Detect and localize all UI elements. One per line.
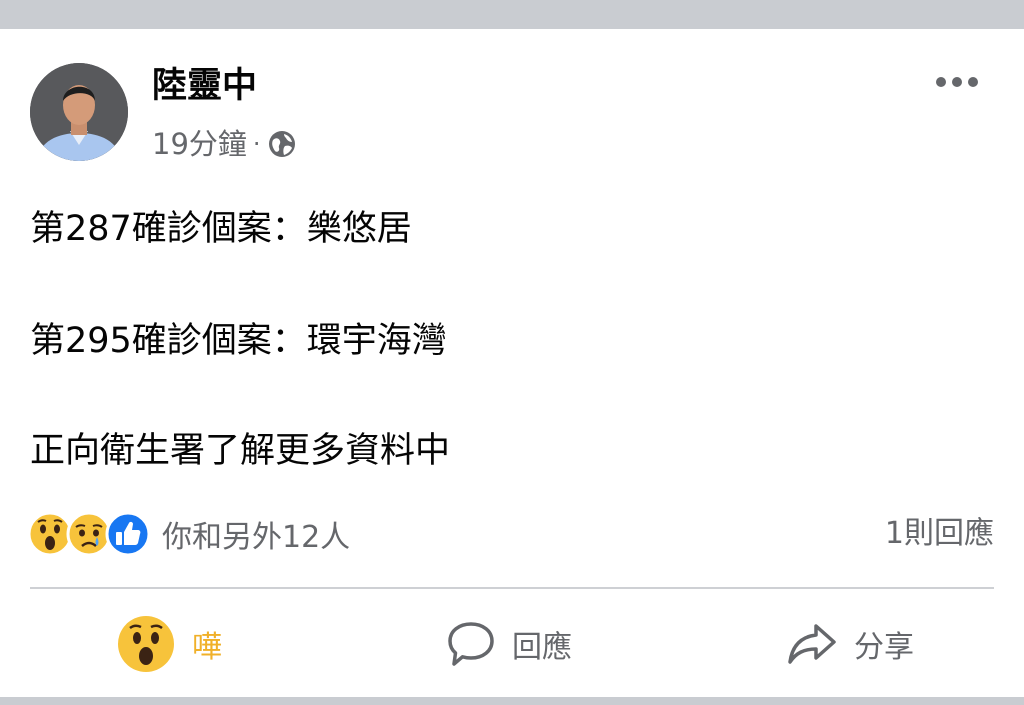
reaction-count-text: 你和另外12人: [162, 520, 351, 555]
comment-button[interactable]: 回應: [446, 610, 572, 678]
bottom-separator-bar: [0, 697, 1024, 705]
share-button[interactable]: 分享: [786, 610, 914, 678]
post-text-line: 正向衛生署了解更多資料中: [30, 431, 451, 471]
globe-icon[interactable]: [267, 129, 297, 159]
comment-button-label: 回應: [512, 630, 572, 665]
post-timestamp[interactable]: 19分鐘: [152, 124, 247, 164]
avatar[interactable]: [30, 63, 128, 161]
post-text-line: 第287確診個案：樂悠居: [30, 209, 412, 249]
post-meta: 19分鐘 ·: [152, 124, 297, 164]
comment-count-link[interactable]: 1則回應: [885, 511, 994, 557]
wow-button-label: 嘩: [192, 630, 222, 665]
author-name[interactable]: 陸靈中: [152, 64, 257, 108]
meta-separator: ·: [252, 130, 261, 158]
more-horizontal-icon: [936, 77, 978, 87]
post-text-line: 第295確診個案：環宇海灣: [30, 321, 447, 361]
reaction-icons: [27, 511, 151, 557]
comment-icon: [448, 622, 494, 666]
more-options-button[interactable]: [930, 64, 984, 100]
share-icon: [788, 624, 836, 664]
divider: [30, 587, 994, 589]
reaction-summary[interactable]: 你和另外12人: [27, 509, 350, 559]
wow-reaction-icon: [118, 616, 174, 672]
like-reaction-icon: [105, 511, 151, 557]
share-button-label: 分享: [854, 630, 914, 665]
wow-reaction-button[interactable]: 嘩: [116, 610, 222, 678]
top-separator-bar: [0, 0, 1024, 29]
